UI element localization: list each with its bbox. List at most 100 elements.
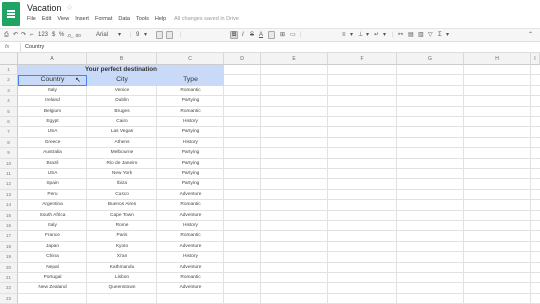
- table-cell[interactable]: USA: [18, 169, 87, 179]
- dropdown-arrow-icon[interactable]: ▾: [350, 31, 353, 40]
- border-icon[interactable]: [156, 31, 163, 39]
- table-cell[interactable]: Cape Town: [87, 211, 157, 221]
- font-select[interactable]: Arial: [96, 31, 108, 40]
- row-header-19[interactable]: 19: [0, 252, 18, 263]
- row-header-7[interactable]: 7: [0, 127, 18, 138]
- table-cell[interactable]: Romantic: [157, 273, 224, 283]
- valign-icon[interactable]: ⊥: [358, 31, 363, 40]
- highlight-color-icon[interactable]: [268, 31, 275, 39]
- table-cell[interactable]: Italy: [18, 86, 87, 96]
- menu-item-edit[interactable]: Edit: [42, 16, 51, 22]
- row-header-1[interactable]: 1: [0, 65, 18, 76]
- table-cell[interactable]: Romantic: [157, 86, 224, 96]
- row-header-22[interactable]: 22: [0, 283, 18, 294]
- menu-item-insert[interactable]: Insert: [75, 16, 89, 22]
- table-cell[interactable]: Egypt: [18, 117, 87, 127]
- row-header-4[interactable]: 4: [0, 96, 18, 107]
- merged-title-cell[interactable]: Your perfect destination: [18, 65, 224, 76]
- functions-button[interactable]: Σ: [438, 31, 442, 40]
- table-cell[interactable]: USA: [18, 127, 87, 137]
- table-cell[interactable]: New Zealand: [18, 283, 87, 293]
- row-header-16[interactable]: 16: [0, 221, 18, 232]
- table-cell[interactable]: Adventure: [157, 211, 224, 221]
- row-header-5[interactable]: 5: [0, 106, 18, 117]
- column-header-d[interactable]: D: [224, 53, 261, 65]
- row-header-14[interactable]: 14: [0, 200, 18, 211]
- table-cell[interactable]: History: [157, 221, 224, 231]
- row-header-20[interactable]: 20: [0, 262, 18, 273]
- table-cell[interactable]: Lisbon: [87, 273, 157, 283]
- dropdown-arrow-icon[interactable]: ▾: [144, 31, 147, 40]
- font-size-select[interactable]: 9: [136, 31, 139, 40]
- collapse-toolbar-icon[interactable]: ⌃: [528, 31, 533, 40]
- insert-comment-icon[interactable]: ▤: [408, 31, 414, 40]
- row-header-21[interactable]: 21: [0, 273, 18, 284]
- filter-icon[interactable]: ▽: [428, 31, 433, 40]
- document-title[interactable]: Vacation: [27, 3, 61, 13]
- row-header-3[interactable]: 3: [0, 85, 18, 97]
- table-cell[interactable]: Ireland: [18, 96, 87, 106]
- column-header-a[interactable]: A: [18, 53, 87, 65]
- table-cell[interactable]: Australia: [18, 148, 87, 158]
- table-cell[interactable]: Argentina: [18, 200, 87, 210]
- header-cell-city[interactable]: City: [87, 75, 157, 86]
- table-cell[interactable]: History: [157, 252, 224, 262]
- column-header-c[interactable]: C: [157, 53, 224, 65]
- table-cell[interactable]: Dublin: [87, 96, 157, 106]
- row-header-17[interactable]: 17: [0, 231, 18, 242]
- insert-chart-icon[interactable]: ▥: [418, 31, 424, 40]
- table-cell[interactable]: Bruges: [87, 107, 157, 117]
- text-color-button[interactable]: A: [259, 31, 263, 40]
- table-cell[interactable]: Partying: [157, 148, 224, 158]
- table-cell[interactable]: Portugal: [18, 273, 87, 283]
- column-header-h[interactable]: H: [464, 53, 531, 65]
- table-cell[interactable]: History: [157, 117, 224, 127]
- row-header-8[interactable]: 8: [0, 137, 18, 149]
- table-cell[interactable]: France: [18, 231, 87, 241]
- table-cell[interactable]: Rio de Janeiro: [87, 159, 157, 169]
- table-cell[interactable]: Venice: [87, 86, 157, 96]
- table-cell[interactable]: Japan: [18, 242, 87, 252]
- dropdown-arrow-icon[interactable]: ▾: [446, 31, 449, 40]
- decimals-button[interactable]: .0_ .00: [67, 31, 81, 40]
- merge-cells-icon[interactable]: ▭: [290, 31, 296, 40]
- table-cell[interactable]: Partying: [157, 179, 224, 189]
- table-cell[interactable]: Romantic: [157, 200, 224, 210]
- table-cell[interactable]: Kathmandu: [87, 263, 157, 273]
- table-cell[interactable]: Greece: [18, 138, 87, 148]
- redo-icon[interactable]: ↷: [21, 31, 26, 40]
- borders-icon[interactable]: ⊞: [280, 31, 285, 40]
- row-header-9[interactable]: 9: [0, 148, 18, 159]
- undo-icon[interactable]: ↶: [13, 31, 18, 40]
- table-cell[interactable]: Cairo: [87, 117, 157, 127]
- table-cell[interactable]: Cusco: [87, 190, 157, 200]
- table-cell[interactable]: Adventure: [157, 242, 224, 252]
- column-header-f[interactable]: F: [328, 53, 397, 65]
- table-cell[interactable]: Athens: [87, 138, 157, 148]
- table-cell[interactable]: New York: [87, 169, 157, 179]
- column-header-e[interactable]: E: [261, 53, 328, 65]
- column-header-b[interactable]: B: [87, 53, 157, 65]
- sheets-logo-icon[interactable]: [2, 2, 20, 26]
- table-cell[interactable]: Xi'an: [87, 252, 157, 262]
- table-cell[interactable]: South Africa: [18, 211, 87, 221]
- table-cell[interactable]: Melbourne: [87, 148, 157, 158]
- table-cell[interactable]: Buenos Aires: [87, 200, 157, 210]
- insert-link-icon[interactable]: ⚯: [398, 31, 403, 40]
- row-header-13[interactable]: 13: [0, 189, 18, 201]
- row-header-15[interactable]: 15: [0, 210, 18, 221]
- formula-input[interactable]: Country: [25, 44, 44, 50]
- zoom-select[interactable]: 123: [38, 31, 48, 40]
- table-cell[interactable]: Partying: [157, 159, 224, 169]
- table-cell[interactable]: Romantic: [157, 231, 224, 241]
- table-cell[interactable]: Nepal: [18, 263, 87, 273]
- table-cell[interactable]: Las Vegas: [87, 127, 157, 137]
- dropdown-arrow-icon[interactable]: ▾: [366, 31, 369, 40]
- table-cell[interactable]: Rome: [87, 221, 157, 231]
- print-icon[interactable]: ⎙: [4, 31, 9, 40]
- dropdown-arrow-icon[interactable]: ▾: [383, 31, 386, 40]
- menu-item-help[interactable]: Help: [155, 16, 166, 22]
- table-cell[interactable]: Brazil: [18, 159, 87, 169]
- italic-button[interactable]: I: [242, 31, 244, 40]
- paint-format-icon[interactable]: ⌐: [30, 31, 34, 40]
